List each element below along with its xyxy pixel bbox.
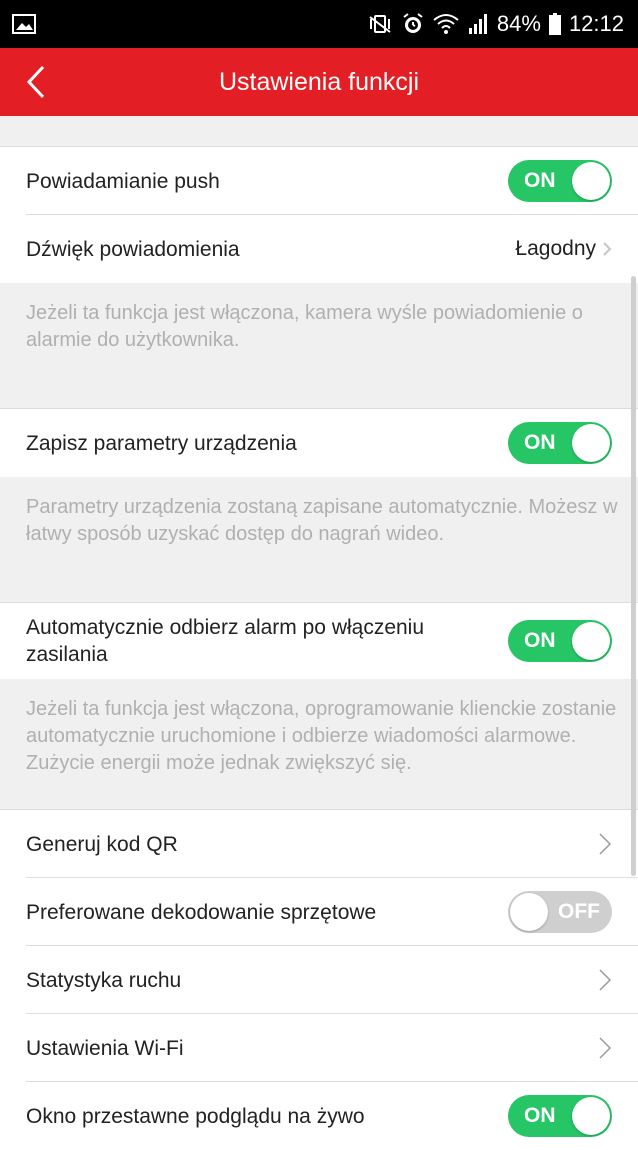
toggle-state: ON	[524, 1104, 556, 1127]
chevron-right-icon	[598, 1036, 612, 1060]
traffic-stats-row[interactable]: Statystyka ruchu	[0, 946, 638, 1014]
section-spacer	[0, 116, 638, 147]
signal-icon	[467, 13, 489, 35]
battery-icon	[548, 13, 561, 35]
toggle-knob	[572, 1097, 610, 1135]
live-window-toggle[interactable]: ON	[508, 1095, 612, 1137]
scrollbar[interactable]	[631, 276, 636, 876]
vibrate-icon	[367, 13, 393, 35]
save-params-description: Parametry urządzenia zostaną zapisane au…	[0, 477, 638, 603]
chevron-right-icon	[598, 968, 612, 992]
auto-receive-description: Jeżeli ta funkcja jest włączona, oprogra…	[0, 679, 638, 810]
save-params-row: Zapisz parametry urządzenia ON	[0, 409, 638, 477]
app-header: Ustawienia funkcji	[0, 48, 638, 116]
notification-sound-label: Dźwięk powiadomienia	[26, 237, 240, 261]
image-icon	[12, 14, 36, 34]
push-notification-label: Powiadamianie push	[26, 169, 220, 193]
auto-receive-label: Automatycznie odbierz alarm po włączeniu…	[26, 616, 425, 666]
generate-qr-row[interactable]: Generuj kod QR	[0, 810, 638, 878]
auto-receive-row: Automatycznie odbierz alarm po włączeniu…	[0, 603, 638, 679]
toggle-knob	[572, 622, 610, 660]
toggle-state: ON	[524, 629, 556, 652]
wifi-settings-row[interactable]: Ustawienia Wi-Fi	[0, 1014, 638, 1082]
settings-list: Powiadamianie push ON Dźwięk powiadomien…	[0, 116, 638, 1150]
push-description: Jeżeli ta funkcja jest włączona, kamera …	[0, 283, 638, 409]
push-notification-row: Powiadamianie push ON	[0, 147, 638, 215]
alarm-icon	[401, 12, 425, 36]
wifi-settings-label: Ustawienia Wi-Fi	[26, 1036, 184, 1060]
clock: 12:12	[568, 11, 624, 36]
generate-qr-label: Generuj kod QR	[26, 832, 178, 856]
status-bar: 84% 12:12	[0, 0, 638, 48]
live-window-label: Okno przestawne podglądu na żywo	[26, 1104, 365, 1128]
traffic-stats-label: Statystyka ruchu	[26, 968, 182, 992]
chevron-right-icon	[602, 241, 612, 257]
live-window-row: Okno przestawne podglądu na żywo ON	[0, 1082, 638, 1150]
toggle-state: ON	[524, 431, 556, 454]
toggle-state: OFF	[558, 900, 600, 923]
hw-decoding-row: Preferowane dekodowanie sprzętowe OFF	[0, 878, 638, 946]
save-params-toggle[interactable]: ON	[508, 422, 612, 464]
push-notification-toggle[interactable]: ON	[508, 160, 612, 202]
save-params-label: Zapisz parametry urządzenia	[26, 431, 297, 455]
toggle-knob	[572, 162, 610, 200]
page-title: Ustawienia funkcji	[218, 68, 420, 96]
toggle-knob	[510, 893, 548, 931]
auto-receive-toggle[interactable]: ON	[508, 620, 612, 662]
hw-decoding-label: Preferowane dekodowanie sprzętowe	[26, 900, 377, 924]
hw-decoding-toggle[interactable]: OFF	[508, 891, 612, 933]
wifi-icon	[433, 13, 459, 35]
notification-sound-value: Łagodny	[515, 237, 596, 260]
notification-sound-row[interactable]: Dźwięk powiadomienia Łagodny	[0, 215, 638, 283]
toggle-state: ON	[524, 169, 556, 192]
battery-percent: 84%	[496, 11, 541, 36]
toggle-knob	[572, 424, 610, 462]
chevron-right-icon	[598, 832, 612, 856]
